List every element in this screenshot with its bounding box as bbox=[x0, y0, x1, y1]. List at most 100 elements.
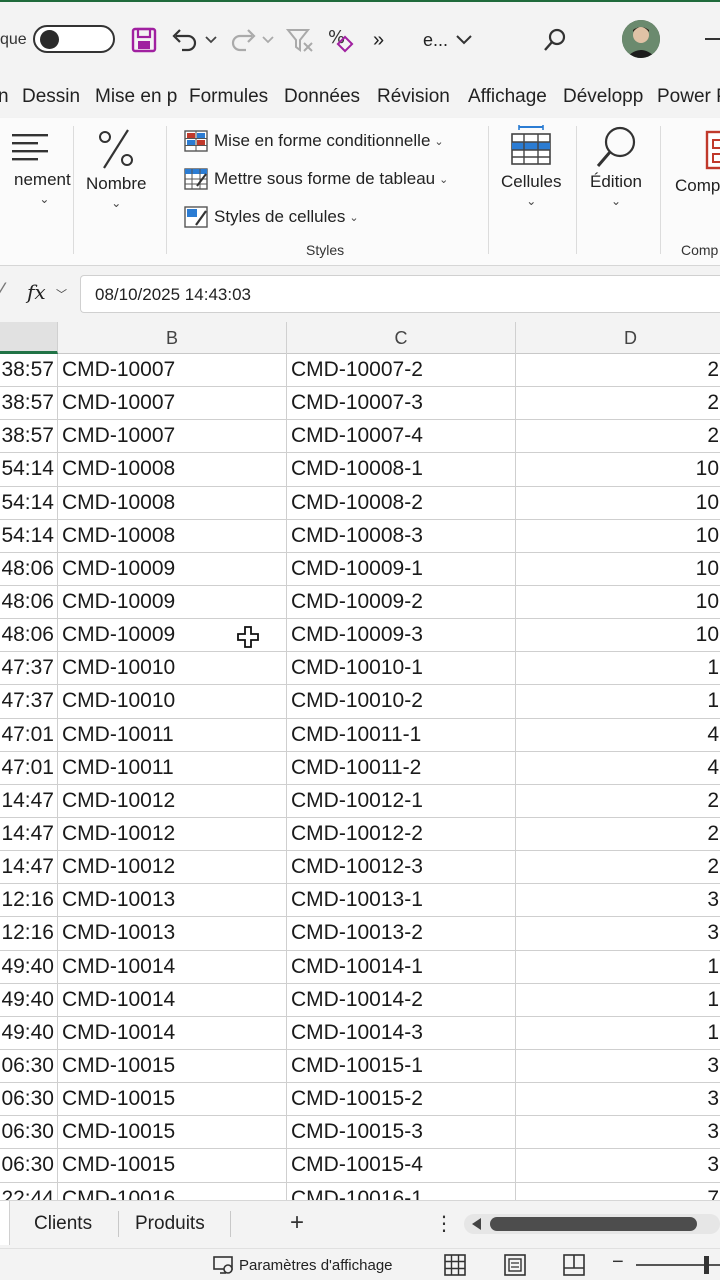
cell-a[interactable]: 48:06 bbox=[0, 619, 58, 652]
normal-view-icon[interactable] bbox=[444, 1254, 466, 1276]
cell-a[interactable]: 54:14 bbox=[0, 486, 58, 519]
tab-mise-en-page[interactable]: Mise en p bbox=[95, 86, 177, 108]
cell-d[interactable]: 2 bbox=[516, 818, 720, 850]
cell-d[interactable]: 10 bbox=[516, 520, 720, 552]
scroll-left-icon[interactable] bbox=[470, 1217, 482, 1231]
cell-a[interactable]: 47:37 bbox=[0, 652, 58, 685]
cell-a[interactable]: 54:14 bbox=[0, 453, 58, 486]
format-as-table-button[interactable]: Mettre sous forme de tableau ⌄ bbox=[184, 168, 448, 190]
display-settings-button[interactable]: Paramètres d'affichage bbox=[213, 1255, 393, 1275]
cell-c[interactable]: CMD-10013-1 bbox=[287, 884, 516, 917]
file-name[interactable]: e... bbox=[423, 24, 448, 56]
cell-b[interactable]: CMD-10008 bbox=[58, 519, 287, 552]
cell-d[interactable]: 1 bbox=[516, 652, 720, 684]
cell-c[interactable]: CMD-10010-2 bbox=[287, 685, 516, 718]
cell-b[interactable]: CMD-10012 bbox=[58, 817, 287, 851]
chevron-down-icon[interactable] bbox=[456, 24, 472, 56]
cell-c[interactable]: CMD-10010-1 bbox=[287, 652, 516, 685]
cell-b[interactable]: CMD-10014 bbox=[58, 983, 287, 1016]
cell-a[interactable]: 49:40 bbox=[0, 950, 58, 983]
cell-d[interactable]: 3 bbox=[516, 884, 720, 916]
tab-insertion[interactable]: n bbox=[0, 86, 9, 108]
alignment-button[interactable]: nement ⌄ bbox=[0, 130, 71, 206]
cell-d[interactable]: 2 bbox=[516, 354, 720, 386]
column-header-d[interactable]: D bbox=[516, 322, 720, 354]
cell-d[interactable]: 2 bbox=[516, 420, 720, 452]
cell-d[interactable]: 10 bbox=[516, 619, 720, 651]
cell-b[interactable]: CMD-10011 bbox=[58, 718, 287, 751]
cell-d[interactable]: 2 bbox=[516, 851, 720, 883]
cell-d[interactable]: 1 bbox=[516, 951, 720, 983]
cell-d[interactable]: 10 bbox=[516, 586, 720, 618]
page-break-icon[interactable] bbox=[563, 1254, 585, 1276]
cells-button[interactable]: Cellules ⌄ bbox=[501, 124, 561, 208]
cell-a[interactable]: 14:47 bbox=[0, 817, 58, 851]
cell-a[interactable]: 38:57 bbox=[0, 387, 58, 420]
tab-formules[interactable]: Formules bbox=[189, 86, 268, 108]
cell-a[interactable]: 06:30 bbox=[0, 1049, 58, 1083]
cell-c[interactable]: CMD-10012-2 bbox=[287, 817, 516, 851]
search-icon[interactable] bbox=[542, 24, 568, 56]
cell-d[interactable]: 10 bbox=[516, 487, 720, 519]
cell-b[interactable]: CMD-10012 bbox=[58, 784, 287, 817]
cell-b[interactable]: CMD-10016 bbox=[58, 1182, 287, 1200]
cell-a[interactable]: 48:06 bbox=[0, 552, 58, 585]
cell-b[interactable]: CMD-10009 bbox=[58, 552, 287, 585]
cell-a[interactable]: 14:47 bbox=[0, 851, 58, 884]
cell-a[interactable]: 38:57 bbox=[0, 354, 58, 387]
cell-a[interactable]: 12:16 bbox=[0, 917, 58, 950]
more-icon[interactable]: » bbox=[373, 24, 384, 56]
cell-d[interactable]: 1 bbox=[516, 984, 720, 1016]
cell-c[interactable]: CMD-10014-1 bbox=[287, 950, 516, 983]
cell-b[interactable]: CMD-10007 bbox=[58, 354, 287, 387]
chevron-down-icon[interactable] bbox=[205, 24, 217, 56]
cell-b[interactable]: CMD-10013 bbox=[58, 917, 287, 950]
cell-c[interactable]: CMD-10007-3 bbox=[287, 387, 516, 420]
undo-icon[interactable] bbox=[170, 24, 200, 56]
cell-c[interactable]: CMD-10014-3 bbox=[287, 1016, 516, 1049]
cell-c[interactable]: CMD-10016-1 bbox=[287, 1182, 516, 1200]
scrollbar-thumb[interactable] bbox=[490, 1217, 697, 1231]
sheet-tab-produits[interactable]: Produits bbox=[135, 1213, 205, 1235]
cell-c[interactable]: CMD-10007-4 bbox=[287, 420, 516, 453]
percent-icon[interactable]: % bbox=[326, 24, 356, 56]
chevron-down-icon[interactable]: ﹀ bbox=[56, 286, 67, 302]
cell-d[interactable]: 2 bbox=[516, 387, 720, 419]
cell-a[interactable]: 06:30 bbox=[0, 1116, 58, 1149]
cell-d[interactable]: 3 bbox=[516, 1050, 720, 1082]
column-header-b[interactable]: B bbox=[58, 322, 287, 354]
formula-cancel-icon[interactable]: ⁄ bbox=[0, 278, 4, 304]
cell-d[interactable]: 4 bbox=[516, 752, 720, 784]
cell-a[interactable]: 06:30 bbox=[0, 1083, 58, 1116]
page-layout-icon[interactable] bbox=[504, 1254, 526, 1276]
cell-d[interactable]: 2 bbox=[516, 785, 720, 817]
cell-b[interactable]: CMD-10015 bbox=[58, 1049, 287, 1083]
cell-c[interactable]: CMD-10009-3 bbox=[287, 619, 516, 652]
cell-c[interactable]: CMD-10008-1 bbox=[287, 453, 516, 486]
cell-a[interactable]: 54:14 bbox=[0, 519, 58, 552]
active-sheet-tab[interactable] bbox=[0, 1201, 10, 1245]
avatar[interactable] bbox=[622, 20, 660, 58]
cell-d[interactable]: 10 bbox=[516, 553, 720, 585]
cell-d[interactable]: 10 bbox=[516, 453, 720, 485]
column-header-a[interactable] bbox=[0, 322, 58, 354]
cell-b[interactable]: CMD-10015 bbox=[58, 1116, 287, 1149]
cell-a[interactable]: 14:47 bbox=[0, 784, 58, 817]
cell-d[interactable]: 1 bbox=[516, 685, 720, 717]
cell-d[interactable]: 4 bbox=[516, 719, 720, 751]
cell-b[interactable]: CMD-10014 bbox=[58, 950, 287, 983]
cell-a[interactable]: 47:37 bbox=[0, 685, 58, 718]
cell-c[interactable]: CMD-10015-2 bbox=[287, 1083, 516, 1116]
cell-a[interactable]: 12:16 bbox=[0, 884, 58, 917]
add-sheet-button[interactable]: + bbox=[290, 1209, 304, 1237]
cell-a[interactable]: 38:57 bbox=[0, 420, 58, 453]
cell-b[interactable]: CMD-10008 bbox=[58, 453, 287, 486]
conditional-formatting-button[interactable]: Mise en forme conditionnelle ⌄ bbox=[184, 130, 444, 152]
filter-clear-icon[interactable] bbox=[285, 24, 315, 56]
cell-c[interactable]: CMD-10011-2 bbox=[287, 751, 516, 784]
cell-b[interactable]: CMD-10014 bbox=[58, 1016, 287, 1049]
comp-button[interactable]: Comp bbox=[675, 128, 720, 196]
cell-d[interactable]: 3 bbox=[516, 1083, 720, 1115]
cell-c[interactable]: CMD-10008-3 bbox=[287, 519, 516, 552]
cell-b[interactable]: CMD-10011 bbox=[58, 751, 287, 784]
